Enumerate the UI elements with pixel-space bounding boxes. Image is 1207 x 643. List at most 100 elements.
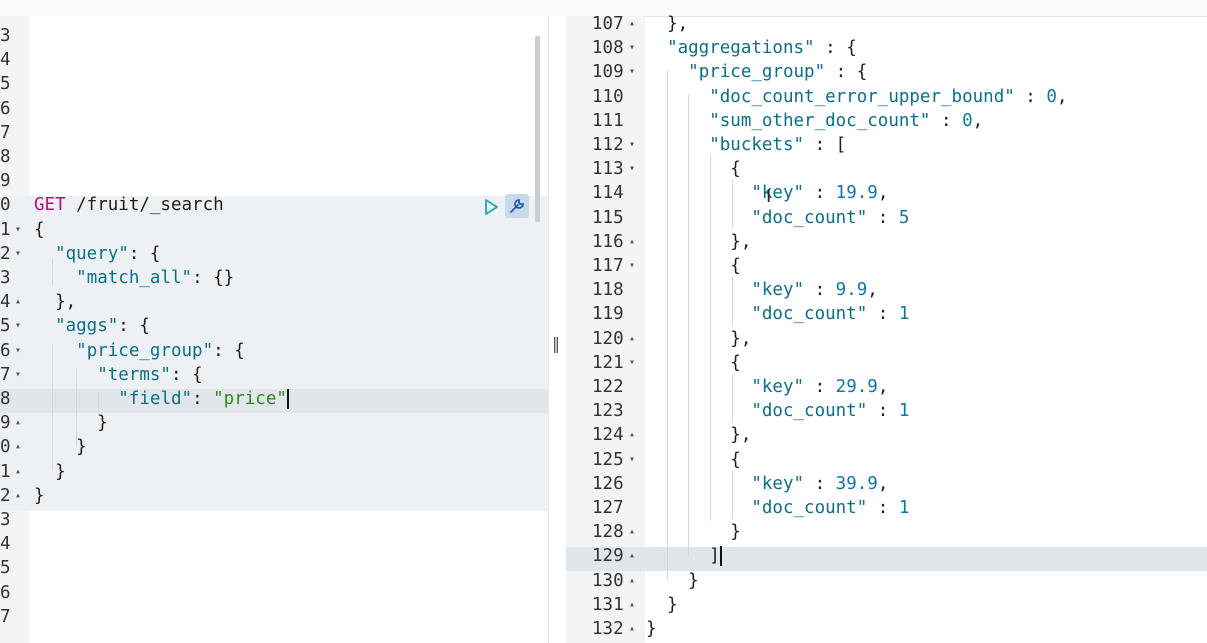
request-line[interactable]: 4 ▴ },	[0, 290, 548, 314]
fold-expand-icon[interactable]: ▴	[629, 569, 635, 593]
request-line[interactable]: 6 ▾ "price_group": {	[0, 339, 548, 363]
request-editor-scrollbar[interactable]	[535, 36, 540, 222]
response-line[interactable]: 113 ▾ {	[566, 157, 1207, 181]
request-line[interactable]: 3	[0, 24, 548, 48]
response-line[interactable]: 128 ▴ }	[566, 520, 1207, 544]
line-number: 3	[0, 510, 11, 530]
code-text: "key" : 29.9,	[751, 377, 889, 397]
fold-collapse-icon[interactable]: ▾	[15, 242, 21, 266]
code-text: {	[646, 352, 741, 373]
line-number: 118	[592, 280, 624, 301]
response-line[interactable]: 127 "doc_count" : 1	[566, 496, 1207, 520]
fold-expand-icon[interactable]: ▴	[629, 230, 635, 254]
request-line[interactable]: 5 ▾ "aggs": {	[0, 314, 548, 338]
request-line[interactable]: 7	[0, 121, 548, 145]
fold-collapse-icon[interactable]: ▾	[15, 218, 21, 242]
response-line[interactable]: 112 ▾ "buckets" : [	[566, 133, 1207, 157]
fold-expand-icon[interactable]: ▴	[15, 290, 21, 314]
indent-guide	[732, 180, 733, 228]
response-line[interactable]: 120 ▴ },	[566, 327, 1207, 351]
fold-collapse-icon[interactable]: ▾	[15, 314, 21, 338]
fold-collapse-icon[interactable]: ▾	[15, 339, 21, 363]
response-line[interactable]: 114 "key" : 19.9,	[566, 181, 1207, 205]
response-line[interactable]: 126 "key" : 39.9,	[566, 472, 1207, 496]
response-line[interactable]: 111 "sum_other_doc_count" : 0,	[566, 109, 1207, 133]
line-number: 7	[0, 364, 11, 385]
request-line[interactable]: 1 ▾ {	[0, 218, 548, 242]
resize-handle-icon[interactable]: ‖	[552, 334, 560, 353]
response-line[interactable]: 129 ▴ ]	[566, 544, 1207, 568]
response-line[interactable]: 132 ▴}	[566, 617, 1207, 641]
response-line[interactable]: 115 "doc_count" : 5	[566, 206, 1207, 230]
response-line[interactable]: 109 ▾ "price_group" : {	[566, 60, 1207, 84]
response-line[interactable]: 108 ▾ "aggregations" : {	[566, 36, 1207, 60]
fold-expand-icon[interactable]: ▴	[629, 544, 635, 568]
fold-collapse-icon[interactable]: ▾	[629, 133, 635, 157]
request-line[interactable]: 8	[0, 145, 548, 169]
wrench-icon[interactable]	[505, 194, 529, 218]
line-number: 122	[592, 377, 624, 397]
response-line[interactable]: 117 ▾ {	[566, 254, 1207, 278]
response-line[interactable]: 118 "key" : 9.9,	[566, 278, 1207, 302]
panel-resizer[interactable]	[548, 16, 567, 643]
response-line[interactable]: 131 ▴ }	[566, 593, 1207, 617]
request-line[interactable]: 3	[0, 508, 548, 532]
response-line[interactable]: 110 "doc_count_error_upper_bound" : 0,	[566, 85, 1207, 109]
response-line[interactable]: 130 ▴ }	[566, 569, 1207, 593]
fold-collapse-icon[interactable]: ▾	[15, 363, 21, 387]
request-line[interactable]: 5	[0, 556, 548, 580]
request-line[interactable]: 4	[0, 48, 548, 72]
request-line[interactable]: 0 ▴ }	[0, 435, 548, 459]
request-line[interactable]: 9	[0, 169, 548, 193]
code-text: "sum_other_doc_count" : 0,	[709, 110, 984, 131]
request-line[interactable]: 2 ▴}	[0, 484, 548, 508]
fold-expand-icon[interactable]: ▴	[15, 435, 21, 459]
fold-expand-icon[interactable]: ▴	[629, 617, 635, 641]
fold-expand-icon[interactable]: ▴	[629, 520, 635, 544]
fold-collapse-icon[interactable]: ▾	[629, 351, 635, 375]
response-line[interactable]: 124 ▴ },	[566, 423, 1207, 447]
request-line[interactable]: 4	[0, 532, 548, 556]
request-line[interactable]: 2 ▾ "query": {	[0, 242, 548, 266]
fold-collapse-icon[interactable]: ▾	[629, 157, 635, 181]
request-line[interactable]: 9 ▴ }	[0, 411, 548, 435]
request-line[interactable]: 0 GET /fruit/_search	[0, 193, 548, 217]
code-text: }	[646, 619, 657, 639]
fold-collapse-icon[interactable]: ▾	[629, 36, 635, 60]
fold-expand-icon[interactable]: ▴	[15, 460, 21, 484]
response-line[interactable]: 123 "doc_count" : 1	[566, 399, 1207, 423]
request-line[interactable]: 8 "field": "price"	[0, 387, 548, 411]
fold-expand-icon[interactable]: ▴	[15, 484, 21, 508]
line-number: 112	[592, 135, 624, 155]
code-text: {	[34, 219, 45, 240]
line-number: 8	[0, 389, 11, 409]
request-line[interactable]: 1 ▴ }	[0, 460, 548, 484]
request-line[interactable]: 7	[0, 605, 548, 629]
response-line[interactable]: 125 ▾ {	[566, 448, 1207, 472]
fold-expand-icon[interactable]: ▴	[629, 423, 635, 447]
request-line[interactable]: 3 "match_all": {}	[0, 266, 548, 290]
line-number: 1	[0, 219, 11, 240]
fold-expand-icon[interactable]: ▴	[629, 327, 635, 351]
request-line[interactable]: 7 ▾ "terms": {	[0, 363, 548, 387]
fold-collapse-icon[interactable]: ▾	[629, 254, 635, 278]
response-line[interactable]: 107 ▴ },	[566, 12, 1207, 36]
line-number: 125	[592, 449, 624, 470]
response-line[interactable]: 121 ▾ {	[566, 351, 1207, 375]
fold-expand-icon[interactable]: ▴	[15, 411, 21, 435]
fold-collapse-icon[interactable]: ▾	[629, 448, 635, 472]
code-text: ]	[646, 546, 722, 567]
request-line[interactable]: 5	[0, 72, 548, 96]
fold-collapse-icon[interactable]: ▾	[629, 60, 635, 84]
response-line[interactable]: 122 "key" : 29.9,	[566, 375, 1207, 399]
fold-expand-icon[interactable]: ▴	[629, 12, 635, 36]
response-line[interactable]: 119 "doc_count" : 1	[566, 302, 1207, 326]
request-line[interactable]: 6	[0, 97, 548, 121]
request-line[interactable]: 6	[0, 581, 548, 605]
code-text: "buckets" : [	[709, 135, 847, 155]
code-text: "field": "price"	[118, 389, 289, 409]
fold-expand-icon[interactable]: ▴	[629, 593, 635, 617]
response-line[interactable]: 116 ▴ },	[566, 230, 1207, 254]
line-number: 116	[592, 231, 624, 252]
play-icon[interactable]	[482, 197, 500, 217]
